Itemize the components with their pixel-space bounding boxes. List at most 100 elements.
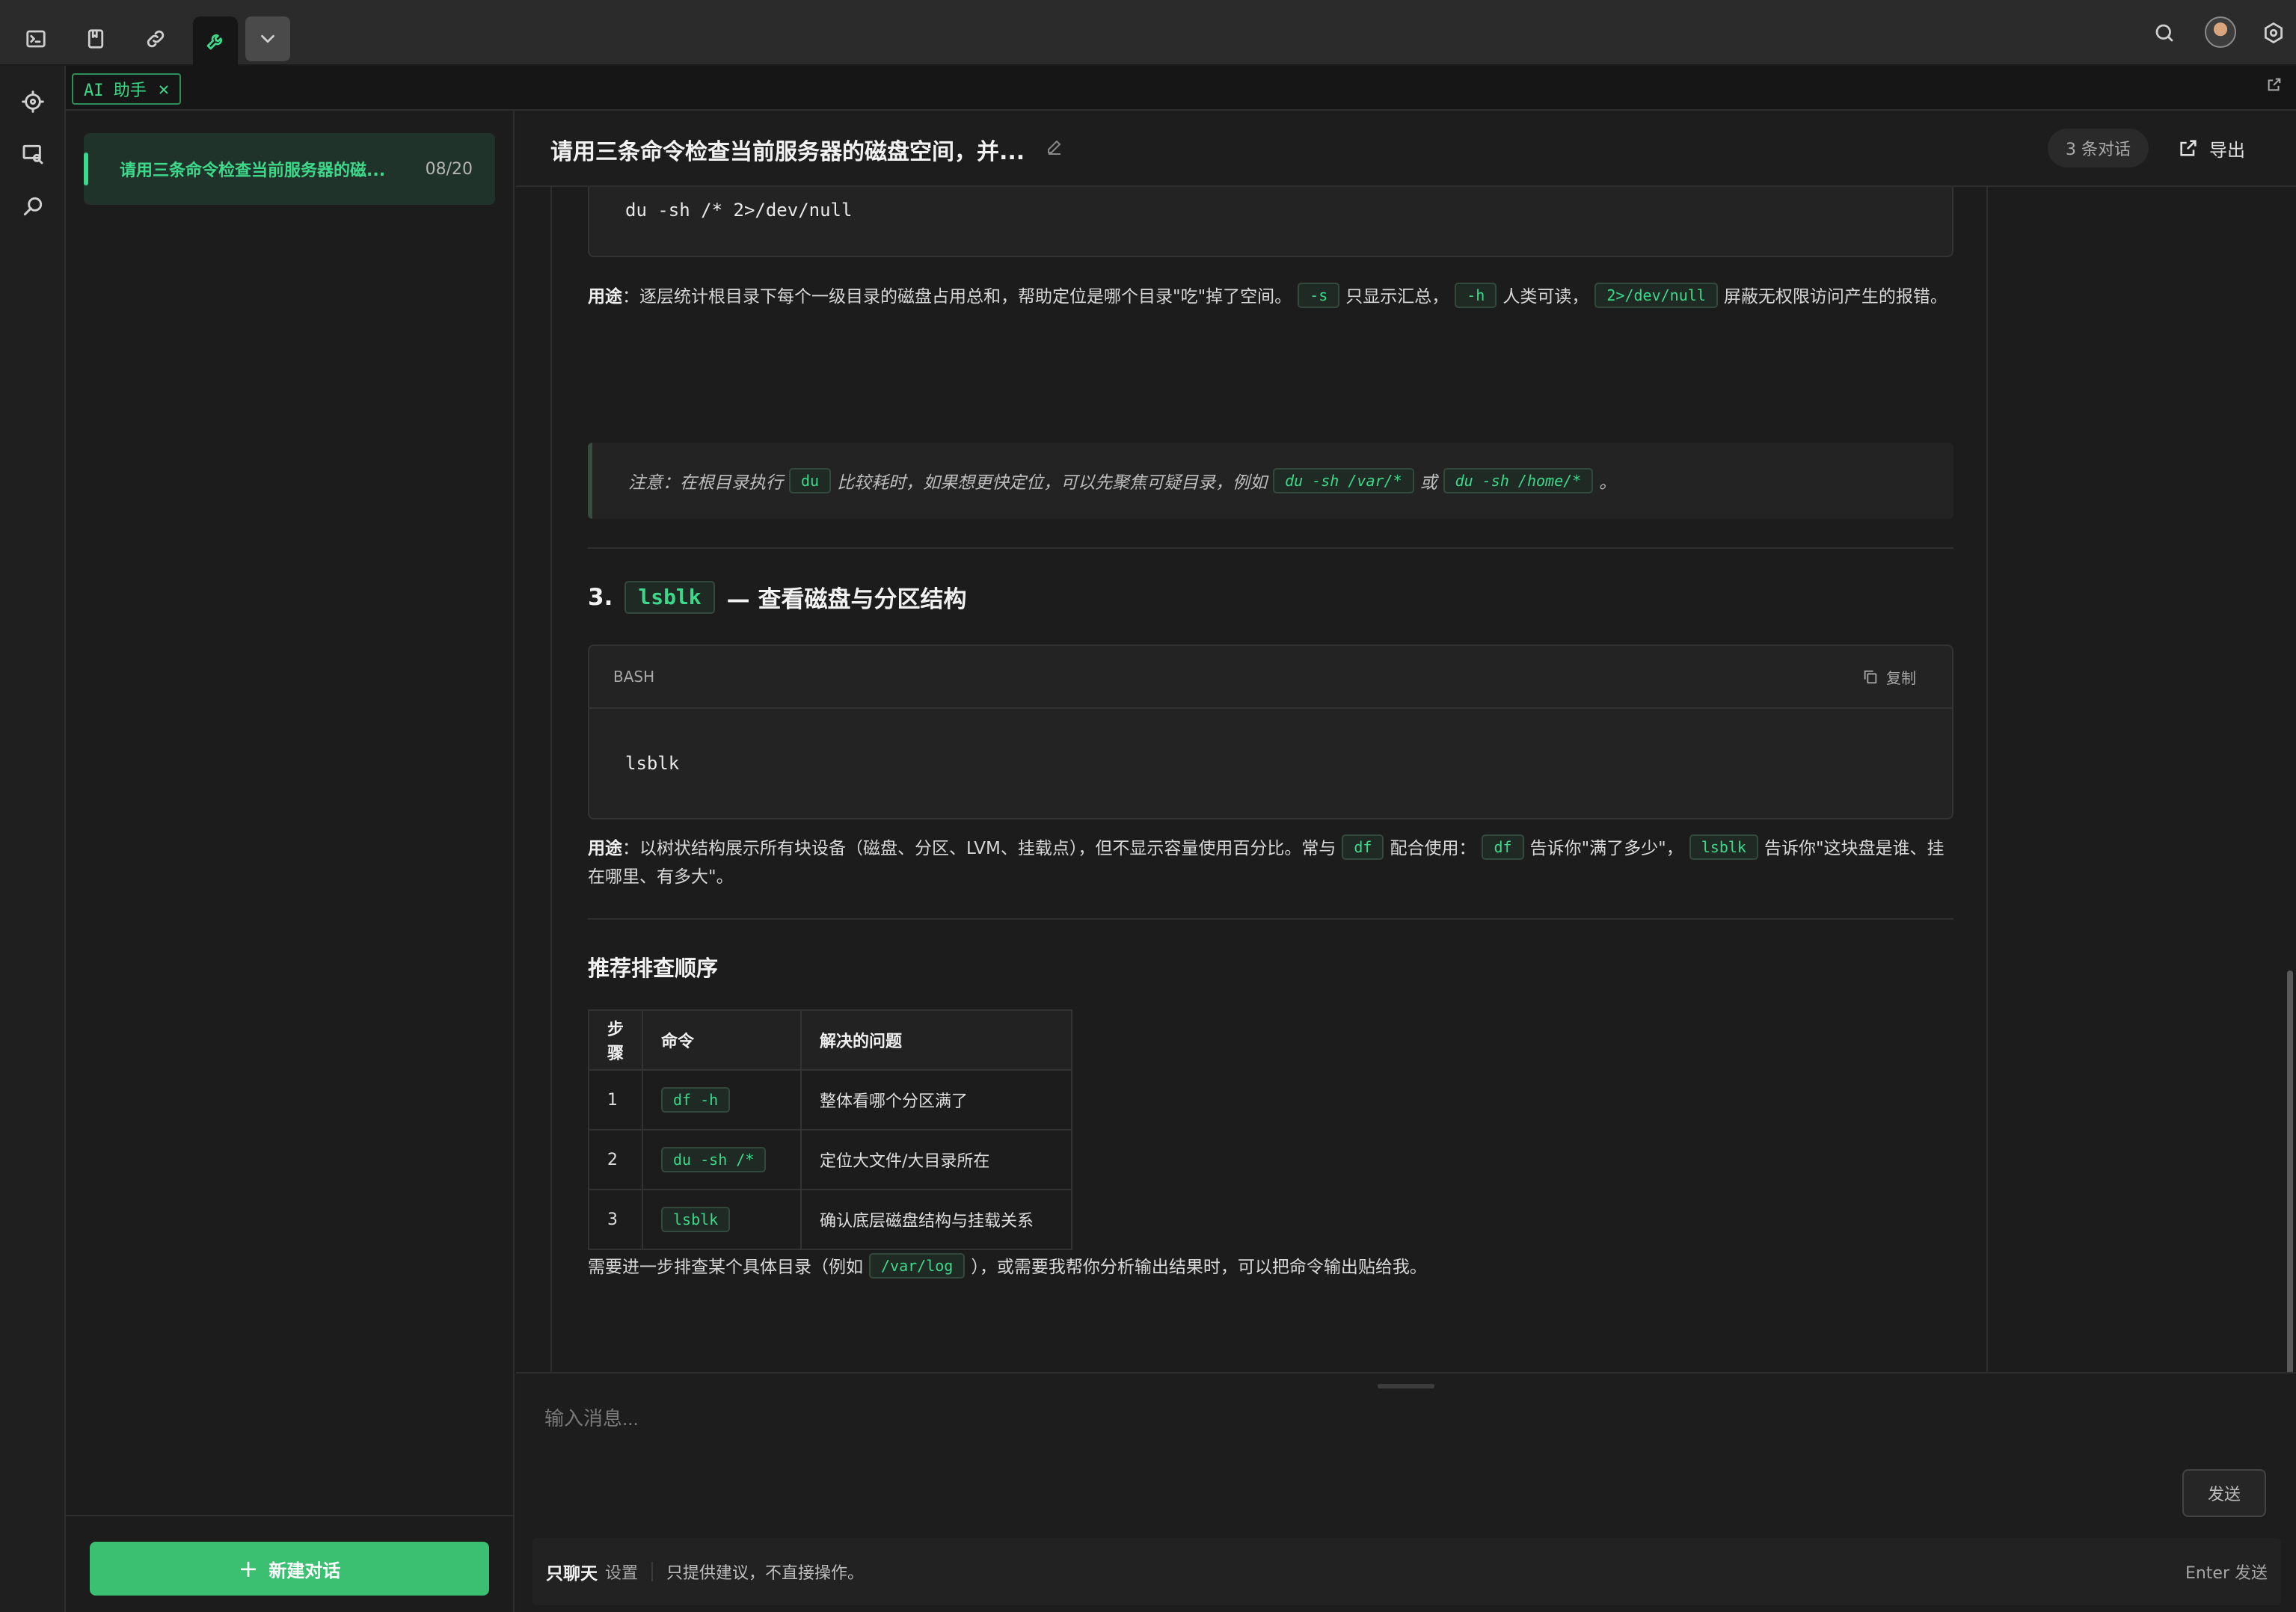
text: 需要进一步排查某个具体目录（例如 <box>588 1258 863 1277</box>
conversation-date: 08/20 <box>425 159 473 179</box>
top-toolbar <box>0 0 2296 66</box>
table-cell: df -h <box>642 1069 802 1130</box>
message-scroll-area[interactable]: du -sh /* 2>/dev/null 用途：逐层统计根目录下每个一级目录的… <box>516 187 2296 1372</box>
tab-ai-assistant[interactable]: AI 助手 ✕ <box>72 73 182 105</box>
note-callout: 注意：在根目录执行 du 比较耗时，如果想更快定位，可以先聚焦可疑目录，例如 du -… <box>588 443 1953 519</box>
text: 告诉你"满了多少"， <box>1529 839 1683 858</box>
table-cell: lsblk <box>642 1189 802 1250</box>
usage-label: 用途 <box>588 839 622 858</box>
new-conversation-button[interactable]: + 新建对话 <box>90 1542 489 1596</box>
settings-button[interactable] <box>2257 16 2290 49</box>
search-icon <box>2155 24 2173 42</box>
terminal-icon <box>26 30 46 48</box>
global-search-button[interactable] <box>2148 16 2181 49</box>
usage-label: 用途 <box>588 287 622 307</box>
divider <box>588 547 1953 549</box>
more-dropdown-button[interactable] <box>245 16 290 61</box>
text: 人类可读， <box>1502 287 1589 307</box>
table-header: 步骤 <box>587 1009 644 1071</box>
order-heading: 推荐排查顺序 <box>588 956 719 981</box>
tab-strip: AI 助手 ✕ <box>66 66 2296 111</box>
code-language: BASH <box>613 668 655 686</box>
inline-code: lsblk <box>661 1207 731 1232</box>
close-icon[interactable]: ✕ <box>159 79 169 99</box>
mode-description: 只提供建议，不直接操作。 <box>666 1564 865 1583</box>
text: 或 <box>1419 473 1437 493</box>
terminal-button[interactable] <box>13 16 58 61</box>
inline-code: du -sh /home/* <box>1443 468 1594 493</box>
text: ），或需要我帮你分析输出结果时，可以把命令输出贴给我。 <box>971 1258 1427 1277</box>
chat-main: 请用三条命令检查当前服务器的磁盘空间，并... 3 条对话 导出 du -sh … <box>516 111 2296 1612</box>
composer: 发送 只聊天 设置 只提供建议，不直接操作。 Enter 发送 <box>516 1372 2296 1612</box>
popout-button[interactable] <box>2266 76 2287 97</box>
inline-code: 2>/dev/null <box>1594 283 1718 308</box>
active-indicator <box>84 153 88 185</box>
resize-handle[interactable] <box>1378 1384 1434 1388</box>
closing-paragraph: 需要进一步排查某个具体目录（例如/var/log ），或需要我帮你分析输出结果时，… <box>588 1253 1953 1282</box>
send-button[interactable]: 发送 <box>2182 1469 2266 1517</box>
table-row: 1 df -h 整体看哪个分区满了 <box>587 1069 1073 1130</box>
copy-button[interactable]: 复制 <box>1862 666 1916 688</box>
heading-number: 3. <box>588 583 613 611</box>
plus-icon: + <box>238 1554 259 1583</box>
link-icon <box>147 30 165 48</box>
left-rail <box>0 66 66 1612</box>
code-content: lsblk <box>625 753 680 774</box>
text: 配合使用： <box>1390 839 1476 858</box>
text: ：以树状结构展示所有块设备（磁盘、分区、LVM、挂载点），但不显示容量使用百分比… <box>622 839 1336 858</box>
table-cell: 定位大文件/大目录所在 <box>800 1129 1073 1190</box>
export-icon <box>2180 140 2197 156</box>
rail-search-button[interactable] <box>16 190 49 223</box>
text: 屏蔽无权限访问产生的报错。 <box>1723 287 1947 307</box>
scrollbar-thumb[interactable] <box>2287 970 2293 1372</box>
link-button[interactable] <box>133 16 178 61</box>
order-table: 步骤 命令 解决的问题 1 df -h 整体看哪个分区满了 2 du -sh /… <box>587 1009 1073 1250</box>
crosshair-icon <box>22 90 44 113</box>
inline-code: du <box>789 468 832 493</box>
divider <box>651 1562 654 1581</box>
inline-code: df -h <box>661 1087 731 1113</box>
screen-search-icon <box>22 144 43 164</box>
search-icon <box>23 197 43 216</box>
tab-label: AI 助手 <box>84 81 147 100</box>
edit-title-button[interactable] <box>1046 138 1066 159</box>
heading-text: — 查看磁盘与分区结构 <box>726 586 967 613</box>
avatar[interactable] <box>2205 16 2236 48</box>
settings-link[interactable]: 设置 <box>605 1560 638 1584</box>
copy-label: 复制 <box>1886 668 1916 687</box>
table-cell: 1 <box>587 1069 644 1130</box>
table-header: 解决的问题 <box>800 1009 1073 1071</box>
message-input[interactable] <box>544 1403 2190 1433</box>
external-link-icon <box>2268 78 2281 91</box>
usage-paragraph-lsblk: 用途：以树状结构展示所有块设备（磁盘、分区、LVM、挂载点），但不显示容量使用百… <box>588 834 1953 891</box>
inline-code: lsblk <box>624 580 715 614</box>
tools-button[interactable] <box>193 16 238 66</box>
table-header-row: 步骤 命令 解决的问题 <box>587 1009 1073 1071</box>
bookmark-button[interactable] <box>73 16 118 61</box>
rail-screen-search-button[interactable] <box>16 138 49 170</box>
inline-code: -s <box>1298 283 1340 308</box>
rail-target-button[interactable] <box>16 85 49 118</box>
assistant-message: du -sh /* 2>/dev/null 用途：逐层统计根目录下每个一级目录的… <box>550 187 1988 1372</box>
conversation-item[interactable]: 请用三条命令检查当前服务器的磁... 08/20 <box>84 133 495 205</box>
section-heading: 3. lsblk — 查看磁盘与分区结构 <box>588 580 966 614</box>
copy-icon <box>1864 670 1877 684</box>
page-title: 请用三条命令检查当前服务器的磁盘空间，并... <box>550 139 1025 165</box>
table-cell: 确认底层磁盘结构与挂载关系 <box>800 1189 1073 1250</box>
usage-paragraph-du: 用途：逐层统计根目录下每个一级目录的磁盘占用总和，帮助定位是哪个目录"吃"掉了空… <box>588 283 1953 311</box>
inline-code: df <box>1342 834 1384 860</box>
mode-status-bar: 只聊天 设置 只提供建议，不直接操作。 Enter 发送 <box>532 1538 2281 1605</box>
inline-code: df <box>1482 834 1524 860</box>
inline-code: du -sh /* <box>661 1147 767 1172</box>
text: 注意：在根目录执行 <box>628 473 783 493</box>
chat-header: 请用三条命令检查当前服务器的磁盘空间，并... 3 条对话 导出 <box>516 111 2296 187</box>
export-label: 导出 <box>2209 139 2245 161</box>
bookmark-icon <box>88 29 104 49</box>
text: 比较耗时，如果想更快定位，可以先聚焦可疑目录，例如 <box>837 473 1268 493</box>
wrench-icon <box>206 34 223 50</box>
export-button[interactable]: 导出 <box>2178 133 2245 163</box>
inline-code: lsblk <box>1689 834 1758 860</box>
chat-mode-label[interactable]: 只聊天 <box>546 1559 598 1584</box>
table-row: 3 lsblk 确认底层磁盘结构与挂载关系 <box>587 1189 1073 1250</box>
inline-code: /var/log <box>869 1253 966 1279</box>
